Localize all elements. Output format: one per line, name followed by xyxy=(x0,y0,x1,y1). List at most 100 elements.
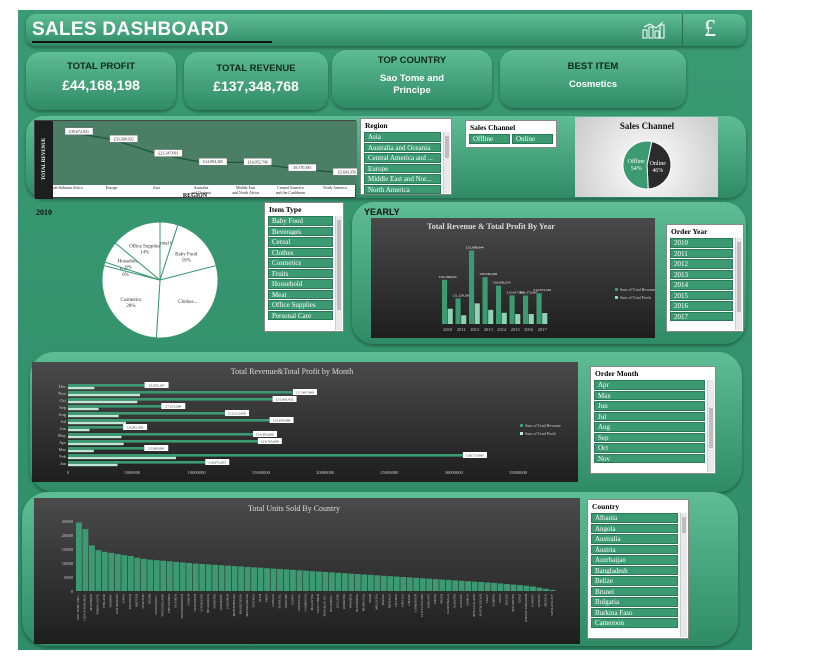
order-year-slicer[interactable]: Order Year 2010 2011 2012 2013 2014 2015 2016 2… xyxy=(666,224,744,332)
pound-sign-icon[interactable]: £ xyxy=(704,16,716,43)
item-type-option[interactable]: Clothes xyxy=(268,247,333,257)
slicer-scrollbar[interactable] xyxy=(680,513,687,637)
profit-bar xyxy=(515,314,521,324)
revenue-bar xyxy=(536,293,542,324)
slicer-title: Order Month xyxy=(595,369,639,378)
country-bar xyxy=(393,576,400,591)
revenue-bar xyxy=(68,412,226,415)
order-month-option[interactable]: Oct xyxy=(594,443,705,453)
country-bar xyxy=(439,579,446,591)
country-option[interactable]: Azerbaijan xyxy=(591,555,678,565)
tick-label: North America xyxy=(323,185,347,190)
country-option[interactable]: Australia xyxy=(591,534,678,544)
slicer-title: Region xyxy=(365,121,388,130)
profit-bar xyxy=(542,313,548,324)
country-option[interactable]: Brunei xyxy=(591,586,678,596)
order-month-option[interactable]: May xyxy=(594,390,705,400)
region-option[interactable]: North America xyxy=(364,184,441,194)
country-option[interactable]: Cameroon xyxy=(591,618,678,628)
slice-label: Offline xyxy=(628,158,646,165)
profit-bar xyxy=(68,393,140,397)
order-year-option[interactable]: 2016 xyxy=(670,301,733,311)
revenue-bar xyxy=(68,426,124,429)
tick-label: MADAGASCAR xyxy=(245,593,249,617)
item-type-option[interactable]: Personal Care xyxy=(268,310,333,320)
order-year-option[interactable]: 2012 xyxy=(670,259,733,269)
country-slicer[interactable]: Country Albania Angola Australia Austria Aze… xyxy=(587,499,689,639)
tick-label: GERMANY xyxy=(219,593,223,610)
region-slicer[interactable]: Region Asia Australia and Oceania Central … xyxy=(360,118,452,195)
region-option[interactable]: Central America and ... xyxy=(364,153,441,163)
slicer-scrollbar[interactable] xyxy=(735,238,742,330)
order-year-option[interactable]: 2013 xyxy=(670,269,733,279)
item-type-slicer[interactable]: Item Type Baby Food Beverages Cereal Clothe… xyxy=(264,202,344,332)
tick-label: 2010 xyxy=(443,327,453,332)
tick-label: KENYA xyxy=(290,593,294,604)
profit-bar xyxy=(68,400,138,404)
country-option[interactable]: Angola xyxy=(591,523,678,533)
item-type-option[interactable]: Fruits xyxy=(268,268,333,278)
sales-channel-slicer[interactable]: Sales Channel Offline Online xyxy=(465,120,557,148)
order-month-slicer[interactable]: Order Month Apr May Jun Jul Aug Sep Oct Nov xyxy=(590,366,716,474)
slicer-scrollbar[interactable] xyxy=(707,380,714,472)
country-option[interactable]: Belize xyxy=(591,576,678,586)
slicer-title: Item Type xyxy=(269,205,302,214)
sales-channel-option[interactable]: Online xyxy=(512,134,553,144)
bar-chart-icon[interactable] xyxy=(641,21,665,39)
item-type-option[interactable]: Office Supplies xyxy=(268,300,333,310)
order-year-option[interactable]: 2010 xyxy=(670,238,733,248)
tick-label: 2012 xyxy=(470,327,479,332)
order-month-option[interactable]: Nov xyxy=(594,453,705,463)
item-type-option[interactable]: Cosmetics xyxy=(268,258,333,268)
tick-label: 15000 xyxy=(62,547,74,552)
tick-label: ICELAND xyxy=(336,593,340,608)
kpi-top-country: TOP COUNTRY Sao Tome and Principe xyxy=(332,50,492,108)
country-chart: Total Units Sold By Country 0 5000 10000 150… xyxy=(34,498,580,644)
tick-label: UNITED KINGDOM xyxy=(524,594,528,622)
kpi-label: BEST ITEM xyxy=(567,61,619,72)
country-bar xyxy=(121,555,128,591)
profit-bar xyxy=(68,386,95,390)
revenue-bar xyxy=(68,384,145,387)
sales-channel-option[interactable]: Offline xyxy=(469,134,510,144)
order-month-option[interactable]: Jul xyxy=(594,411,705,421)
country-bar xyxy=(257,567,264,591)
tick-label: COTE D'IVOIRE xyxy=(420,594,424,617)
region-option[interactable]: Asia xyxy=(364,132,441,142)
tick-label: LIBERIA xyxy=(271,593,275,606)
slicer-scrollbar[interactable] xyxy=(443,132,450,193)
tick-label: 25000 xyxy=(62,519,74,524)
slicer-scrollbar[interactable] xyxy=(335,216,342,330)
region-option[interactable]: Australia and Oceania xyxy=(364,142,441,152)
country-option[interactable]: Albania xyxy=(591,513,678,523)
item-type-option[interactable]: Beverages xyxy=(268,226,333,236)
order-year-option[interactable]: 2014 xyxy=(670,280,733,290)
order-month-option[interactable]: Apr xyxy=(594,380,705,390)
order-month-option[interactable]: Jun xyxy=(594,401,705,411)
item-type-option[interactable]: Baby Food xyxy=(268,216,333,226)
region-option[interactable]: Middle East and Nor... xyxy=(364,174,441,184)
tick-label: MYANMAR xyxy=(89,593,93,611)
order-year-option[interactable]: 2011 xyxy=(670,248,733,258)
order-month-option[interactable]: Sep xyxy=(594,432,705,442)
order-month-option[interactable]: Aug xyxy=(594,422,705,432)
item-type-option[interactable]: Cereal xyxy=(268,237,333,247)
tick-label: SENEGAL xyxy=(277,594,281,609)
tick-label: PAKISTAN xyxy=(128,593,132,609)
country-bar xyxy=(179,562,186,591)
item-type-option[interactable]: Household xyxy=(268,279,333,289)
country-option[interactable]: Austria xyxy=(591,544,678,554)
country-bar xyxy=(212,564,219,591)
region-option[interactable]: Europe xyxy=(364,163,441,173)
country-option[interactable]: Burkina Faso xyxy=(591,607,678,617)
country-option[interactable]: Bangladesh xyxy=(591,565,678,575)
chart-title: Sales Channel xyxy=(620,121,675,131)
tick-label: 2016 xyxy=(524,327,534,332)
item-type-option[interactable]: Meat xyxy=(268,289,333,299)
profit-bar xyxy=(461,315,467,324)
order-year-option[interactable]: 2015 xyxy=(670,290,733,300)
order-year-option[interactable]: 2017 xyxy=(670,311,733,321)
country-bar xyxy=(166,561,173,591)
country-option[interactable]: Bulgaria xyxy=(591,597,678,607)
revenue-bar xyxy=(68,405,162,408)
